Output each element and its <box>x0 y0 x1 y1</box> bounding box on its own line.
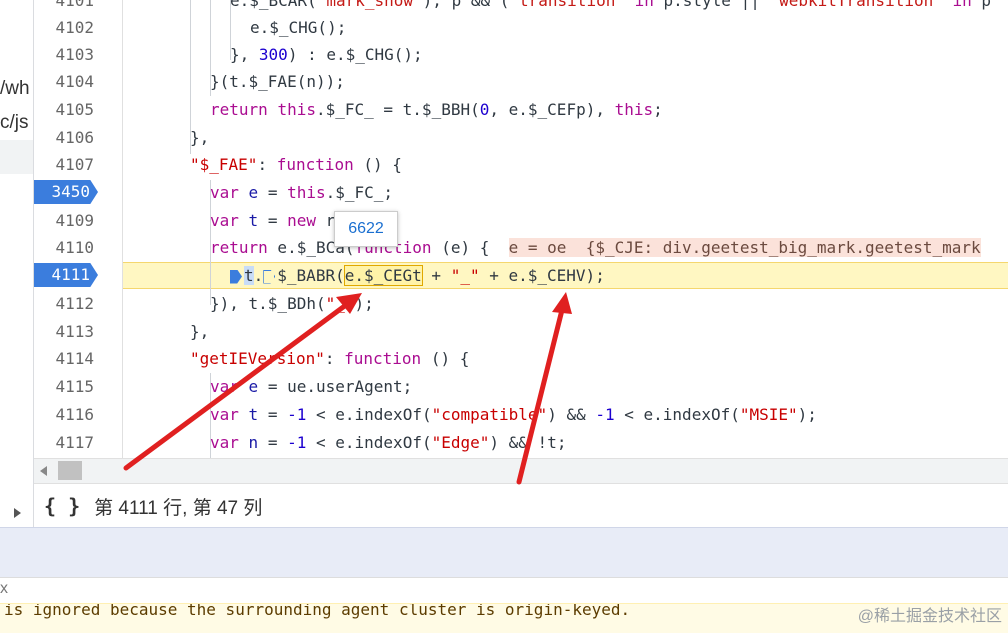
code-line-current: t. $_BABR(e.$_CEGt + "_" + e.$_CEHV); <box>230 262 605 289</box>
value-tooltip: 6622 <box>334 211 398 247</box>
cursor-position: 第 4111 行, 第 47 列 <box>94 497 263 519</box>
code-area[interactable]: e.$_BCAR("mark_show"), p && ("transition… <box>124 0 1008 458</box>
code-line: var e = this.$_FC_; <box>210 183 394 202</box>
step-marker-icon <box>263 269 276 284</box>
code-line: }(t.$_FAE(n)); <box>210 72 345 91</box>
code-line: return this.$_FC_ = t.$_BBH(0, e.$_CEFp)… <box>210 100 663 119</box>
execution-arrow-icon <box>230 269 242 284</box>
line-number[interactable]: 4102 <box>34 14 94 41</box>
code-line: e.$_BCAR("mark_show"), p && ("transition… <box>230 0 992 10</box>
line-number[interactable]: 4106 <box>34 124 94 151</box>
editor-status-bar: { } 第 4111 行, 第 47 列 <box>34 483 1008 528</box>
scrollbar-thumb[interactable] <box>58 461 82 480</box>
code-line: "getIEVersion": function () { <box>190 349 470 368</box>
code-line: e.$_CHG(); <box>250 18 347 37</box>
console-toolbar-fragment[interactable]: x <box>0 580 8 598</box>
horizontal-scrollbar[interactable] <box>34 458 1008 483</box>
line-number[interactable]: 4103 <box>34 41 94 68</box>
watermark: @稀土掘金技术社区 <box>857 608 1002 625</box>
line-number[interactable]: 4104 <box>34 68 94 95</box>
code-line: var t = -1 < e.indexOf("compatible") && … <box>210 405 817 424</box>
line-number[interactable]: 4112 <box>34 290 94 317</box>
pretty-print-braces-icon[interactable]: { } <box>44 494 80 518</box>
breakpoint-marker[interactable]: 3450 <box>34 180 98 204</box>
line-number[interactable]: 4116 <box>34 401 94 428</box>
line-number[interactable]: 4101 <box>34 0 94 14</box>
line-number[interactable]: 4109 <box>34 207 94 234</box>
drawer-divider[interactable] <box>0 527 1008 578</box>
code-line: var e = ue.userAgent; <box>210 377 413 396</box>
expand-triangle-icon[interactable] <box>14 508 21 518</box>
code-line: }, <box>190 128 210 147</box>
line-number[interactable]: 4107 <box>34 151 94 178</box>
code-line: var n = -1 < e.indexOf("Edge") && !t; <box>210 433 567 452</box>
line-number[interactable]: 4113 <box>34 318 94 345</box>
line-number[interactable]: 4114 <box>34 345 94 372</box>
code-line: }, <box>190 322 210 341</box>
line-number-gutter[interactable]: 4101 4102 4103 4104 4105 4106 4107 3450 … <box>34 0 123 458</box>
warning-text: is ignored because the surrounding agent… <box>4 603 631 619</box>
code-line: "$_FAE": function () { <box>190 155 402 174</box>
inline-variable-preview[interactable]: e = oe {$_CJE: div.geetest_big_mark.geet… <box>508 238 981 257</box>
code-editor[interactable]: 4101 4102 4103 4104 4105 4106 4107 3450 … <box>34 0 1008 458</box>
console-toolbar: x <box>0 577 1008 603</box>
navigator-pane: /wh c/js <box>0 0 34 527</box>
code-line: return e.$_BCa(function (e) { e = oe {$_… <box>210 238 981 257</box>
navigator-file-fragment[interactable]: c/js <box>0 112 29 134</box>
code-line: }, 300) : e.$_CHG(); <box>230 45 423 64</box>
breakpoint-marker[interactable]: 4111 <box>34 263 98 287</box>
code-line: }), t.$_BDh("_"); <box>210 294 374 313</box>
navigator-selected-row[interactable] <box>0 140 33 174</box>
line-number[interactable]: 4115 <box>34 373 94 400</box>
scroll-left-icon[interactable] <box>40 466 47 476</box>
line-number[interactable]: 4110 <box>34 234 94 261</box>
line-number[interactable]: 4105 <box>34 96 94 123</box>
navigator-path-fragment[interactable]: /wh <box>0 78 30 100</box>
line-number[interactable]: 4117 <box>34 429 94 456</box>
